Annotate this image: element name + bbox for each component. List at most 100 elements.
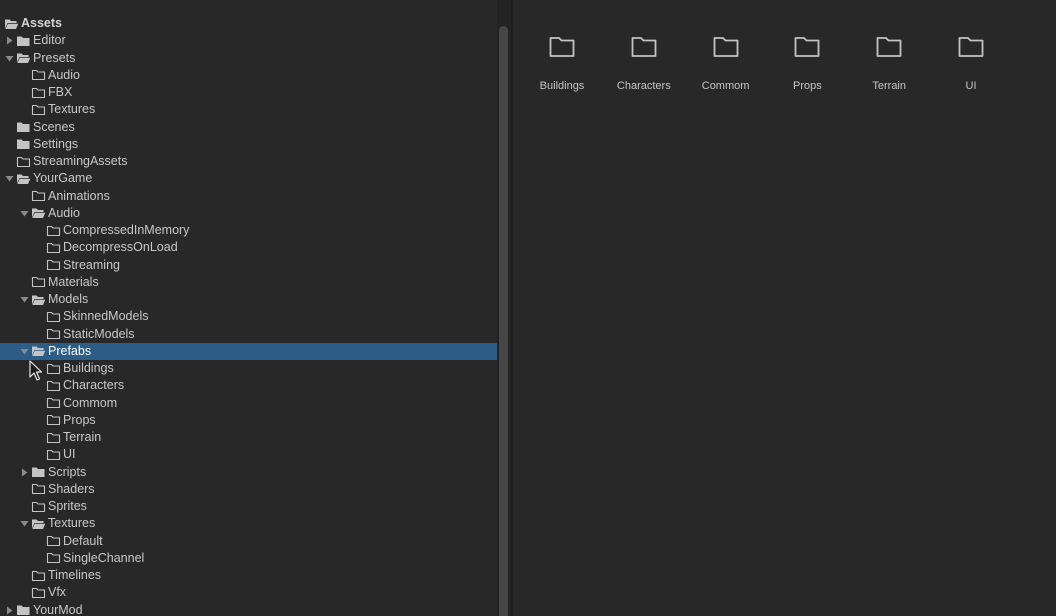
tree-item-prefabs[interactable]: Prefabs (0, 342, 497, 360)
arrow-spacer (34, 225, 44, 237)
tree-item-yourmod[interactable]: YourMod (0, 602, 497, 616)
tree-item-singlechannel[interactable]: SingleChannel (0, 550, 497, 567)
tree-item-label: StreamingAssets (33, 154, 128, 168)
grid-folder-buildings[interactable]: Buildings (521, 28, 603, 98)
tree-item-label: Animations (48, 188, 110, 203)
tree-item-settings[interactable]: Settings (0, 136, 497, 153)
tree-item-textures[interactable]: Textures (0, 101, 497, 118)
tree-item-timelines[interactable]: Timelines (0, 567, 497, 584)
tree-item-skinnedmodels[interactable]: SkinnedModels (0, 308, 497, 325)
tree-item-label: UI (63, 447, 76, 462)
tree-item-audio[interactable]: Audio (0, 205, 497, 222)
grid-folder-ui[interactable]: UI (930, 28, 1012, 98)
tree-item-label: FBX (48, 85, 73, 99)
grid-folder-terrain[interactable]: Terrain (848, 28, 930, 98)
tree-item-ui[interactable]: UI (0, 446, 497, 463)
expand-arrow-down-icon[interactable] (19, 518, 29, 530)
expand-arrow-down-icon[interactable] (4, 52, 14, 64)
project-folder-tree[interactable]: Assets Editor Presets Audio FBX Textures Scene… (0, 0, 497, 616)
tree-item-terrain[interactable]: Terrain (0, 429, 497, 446)
expand-arrow-down-icon[interactable] (19, 345, 29, 357)
folder-open-icon (31, 518, 46, 530)
folder-icon (549, 37, 575, 57)
grid-folder-label: Props (793, 80, 822, 92)
folder-icon (958, 37, 984, 57)
tree-item-label: Prefabs (48, 343, 92, 358)
grid-folder-label: Commom (701, 80, 750, 92)
grid-folder-props[interactable]: Props (766, 28, 848, 98)
tree-item-presets[interactable]: Presets (0, 50, 497, 67)
tree-item-streaming[interactable]: Streaming (0, 257, 497, 274)
tree-scrollbar[interactable] (497, 0, 511, 616)
tree-item-label: Timelines (48, 568, 102, 582)
arrow-spacer (34, 449, 44, 461)
arrow-spacer (19, 501, 29, 513)
folder-filled-icon (16, 35, 31, 47)
folder-open-icon (31, 294, 46, 306)
tree-item-buildings[interactable]: Buildings (0, 360, 497, 377)
folder-outline-icon (16, 156, 31, 168)
tree-item-label: Assets (21, 16, 62, 30)
tree-item-staticmodels[interactable]: StaticModels (0, 326, 497, 343)
folder-outline-icon (46, 449, 61, 461)
tree-item-audio[interactable]: Audio (0, 67, 497, 84)
tree-item-label: CompressedInMemory (63, 223, 190, 237)
folder-outline-icon (31, 483, 46, 495)
arrow-spacer (19, 104, 29, 116)
tree-item-default[interactable]: Default (0, 533, 497, 550)
folder-open-icon (31, 207, 46, 219)
tree-item-scenes[interactable]: Scenes (0, 119, 497, 136)
grid-folder-label: Buildings (539, 80, 585, 92)
tree-scrollbar-thumb[interactable] (499, 26, 508, 616)
folder-outline-icon (46, 414, 61, 426)
tree-item-label: Buildings (63, 361, 114, 375)
tree-item-yourgame[interactable]: YourGame (0, 170, 497, 187)
expand-arrow-down-icon[interactable] (4, 173, 14, 185)
tree-item-sprites[interactable]: Sprites (0, 498, 497, 515)
tree-item-label: Streaming (63, 257, 120, 272)
tree-item-assets[interactable]: Assets (0, 15, 497, 32)
tree-item-characters[interactable]: Characters (0, 377, 497, 394)
tree-item-label: Textures (48, 102, 96, 117)
arrow-spacer (19, 190, 29, 202)
tree-item-textures[interactable]: Textures (0, 515, 497, 532)
expand-arrow-right-icon[interactable] (19, 466, 29, 478)
tree-item-label: SingleChannel (63, 550, 145, 565)
folder-icon (876, 37, 902, 57)
arrow-spacer (34, 432, 44, 444)
arrow-spacer (4, 156, 14, 168)
expand-arrow-right-icon[interactable] (4, 604, 14, 616)
tree-item-decompressonload[interactable]: DecompressOnLoad (0, 239, 497, 256)
arrow-spacer (34, 311, 44, 323)
tree-item-materials[interactable]: Materials (0, 274, 497, 291)
tree-item-label: DecompressOnLoad (63, 240, 178, 255)
tree-item-streamingassets[interactable]: StreamingAssets (0, 153, 497, 170)
arrow-spacer (34, 242, 44, 254)
tree-item-editor[interactable]: Editor (0, 32, 497, 49)
folder-content-grid[interactable]: Buildings Characters Commom Props Terrain UI (513, 0, 1056, 616)
expand-arrow-down-icon[interactable] (19, 294, 29, 306)
tree-item-models[interactable]: Models (0, 291, 497, 308)
tree-item-label: Settings (33, 136, 79, 151)
folder-outline-icon (46, 259, 61, 271)
tree-item-compressedinmemory[interactable]: CompressedInMemory (0, 222, 497, 239)
tree-item-animations[interactable]: Animations (0, 188, 497, 205)
grid-folder-characters[interactable]: Characters (603, 28, 685, 98)
tree-item-label: Scenes (33, 119, 75, 134)
tree-item-props[interactable]: Props (0, 412, 497, 429)
tree-item-fbx[interactable]: FBX (0, 84, 497, 101)
expand-arrow-down-icon[interactable] (19, 207, 29, 219)
tree-item-scripts[interactable]: Scripts (0, 464, 497, 481)
expand-arrow-right-icon[interactable] (4, 35, 14, 47)
folder-outline-icon (31, 587, 46, 599)
tree-item-label: Models (48, 292, 89, 306)
folder-open-icon (31, 345, 46, 357)
tree-item-vfx[interactable]: Vfx (0, 584, 497, 601)
tree-item-label: Presets (33, 50, 76, 65)
tree-item-label: Scripts (48, 464, 87, 479)
tree-item-commom[interactable]: Commom (0, 395, 497, 412)
grid-folder-commom[interactable]: Commom (685, 28, 767, 98)
tree-item-shaders[interactable]: Shaders (0, 481, 497, 498)
tree-item-label: Default (63, 533, 103, 548)
arrow-spacer (19, 483, 29, 495)
